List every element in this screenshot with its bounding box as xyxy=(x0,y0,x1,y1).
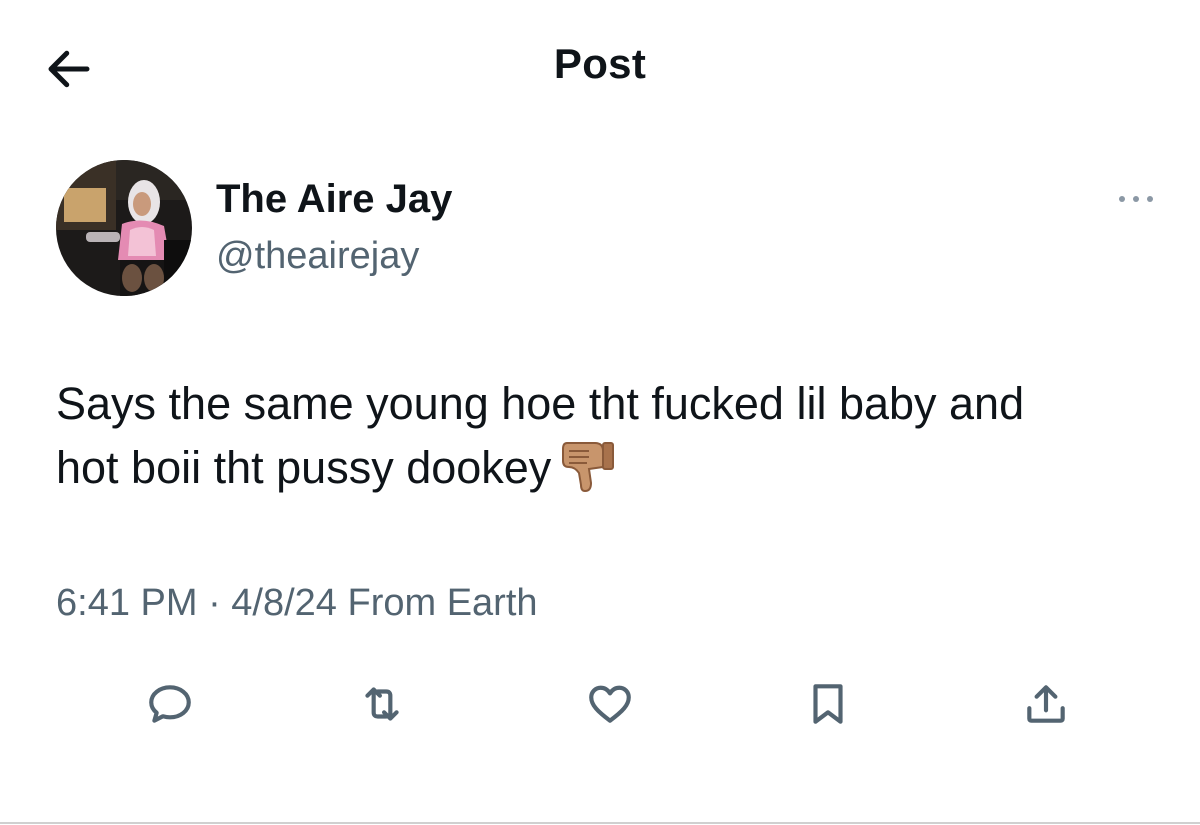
author-handle[interactable]: @theairejay xyxy=(216,235,419,278)
tweet-text-line-2-text: hot boii tht pussy dookey xyxy=(56,442,552,493)
thumbs-down-emoji xyxy=(562,442,615,493)
tweet-text: Says the same young hoe tht fucked lil b… xyxy=(56,372,1166,500)
avatar[interactable] xyxy=(56,160,192,296)
share-icon xyxy=(1027,685,1065,723)
tweet-timestamp[interactable]: 6:41 PM · 4/8/24 From Earth xyxy=(56,582,538,625)
more-options-button[interactable] xyxy=(1108,184,1164,214)
repost-icon xyxy=(365,687,399,721)
bookmark-button[interactable] xyxy=(800,676,856,732)
reply-icon xyxy=(149,685,191,723)
like-button[interactable] xyxy=(582,676,638,732)
profile-photo xyxy=(56,160,192,296)
share-button[interactable] xyxy=(1018,676,1074,732)
reply-button[interactable] xyxy=(142,676,198,732)
divider xyxy=(0,822,1200,824)
bookmark-icon xyxy=(813,684,843,724)
tweet-text-line-2: hot boii tht pussy dookey xyxy=(56,436,1166,500)
repost-button[interactable] xyxy=(354,676,410,732)
top-bar: Post xyxy=(0,0,1200,130)
heart-icon xyxy=(589,685,631,723)
tweet-text-line-1: Says the same young hoe tht fucked lil b… xyxy=(56,378,1025,429)
page-title: Post xyxy=(553,40,647,87)
author-display-name[interactable]: The Aire Jay xyxy=(216,177,452,222)
more-horizontal-icon xyxy=(1119,196,1153,202)
